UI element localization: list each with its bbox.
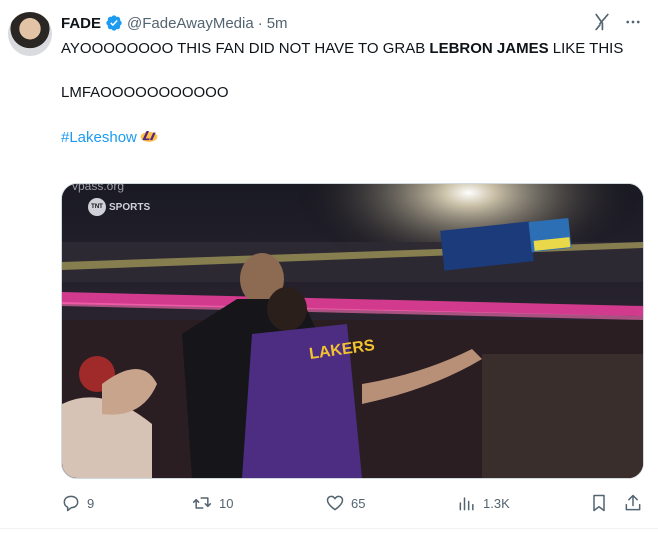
- broadcaster-badge: TNT: [88, 198, 106, 216]
- tweet-timestamp[interactable]: 5m: [267, 15, 288, 32]
- tweet-line-1-end: LIKE THIS: [548, 40, 624, 57]
- repost-icon: [192, 497, 212, 509]
- author-name[interactable]: FADE: [61, 15, 101, 32]
- views-icon: [459, 497, 474, 511]
- author-avatar[interactable]: [8, 12, 52, 56]
- verified-badge-icon: [106, 15, 122, 31]
- tweet-divider: [0, 528, 658, 529]
- like-button[interactable]: 65: [325, 493, 365, 513]
- tweet-actions: 9 10 65 1.3K: [61, 493, 642, 515]
- share-icon: [625, 494, 641, 511]
- bookmark-icon: [593, 494, 605, 512]
- like-icon: [326, 495, 344, 511]
- reply-icon: [63, 495, 79, 512]
- broadcaster-name: SPORTS: [109, 201, 151, 213]
- reply-button[interactable]: 9: [61, 493, 94, 513]
- tweet-mention-bold: LEBRON JAMES: [429, 40, 549, 57]
- grok-icon[interactable]: [592, 12, 612, 32]
- tweet-text: AYOOOOOOOO THIS FAN DID NOT HAVE TO GRAB…: [61, 38, 641, 149]
- tweet-card[interactable]: FADE @FadeAwayMedia · 5m AYOOOOOOOO THIS…: [0, 0, 658, 534]
- separator-dot: ·: [257, 14, 263, 32]
- reply-count: 9: [87, 495, 95, 511]
- tweet-line-1: AYOOOOOOOO THIS FAN DID NOT HAVE TO GRAB…: [61, 38, 641, 60]
- share-button[interactable]: [623, 493, 643, 513]
- tweet-line-1-start: AYOOOOOOOO THIS FAN DID NOT HAVE TO GRAB: [61, 40, 430, 57]
- tweet-top-actions: [592, 12, 642, 32]
- broadcaster-logo: TNT SPORTS: [88, 198, 150, 216]
- views-button[interactable]: 1.3K: [457, 493, 510, 513]
- hashtag-link[interactable]: #Lakeshow: [61, 129, 137, 146]
- like-count: 65: [351, 495, 366, 511]
- tweet-video[interactable]: LAKERS vpass.org TNT SPORTS: [61, 183, 644, 479]
- video-frame: LAKERS: [62, 184, 643, 478]
- view-count: 1.3K: [483, 495, 510, 511]
- video-watermark: vpass.org: [72, 183, 125, 193]
- repost-button[interactable]: 10: [191, 493, 233, 513]
- author-handle[interactable]: @FadeAwayMedia: [127, 15, 254, 32]
- bookmark-button[interactable]: [589, 493, 609, 513]
- tweet-hashtag-line: #Lakeshow: [61, 126, 641, 149]
- lakers-logo-icon: [140, 131, 158, 142]
- more-icon[interactable]: [624, 13, 642, 31]
- repost-count: 10: [219, 495, 234, 511]
- tweet-line-2: LMFAOOOOOOOOOOO: [61, 84, 229, 101]
- tweet-header: FADE @FadeAwayMedia · 5m: [61, 13, 288, 33]
